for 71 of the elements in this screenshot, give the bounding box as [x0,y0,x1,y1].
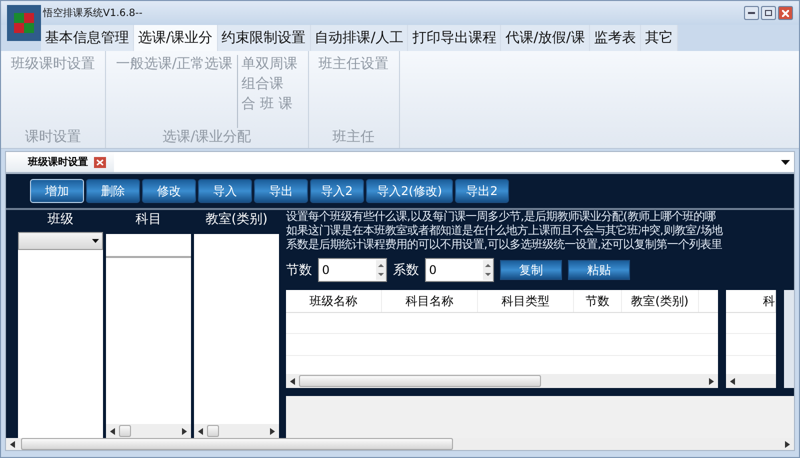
close-icon[interactable] [94,156,106,168]
minimize-icon [748,12,755,14]
list-heading: 教室(类别) [204,211,269,229]
close-button[interactable] [778,6,793,20]
number-spinner[interactable]: 0 [318,258,387,282]
menu-tab[interactable]: 监考表 [590,25,641,51]
list-heading: 班级 [46,211,74,229]
action-button[interactable]: 粘贴 [568,260,630,280]
scroll-left-icon[interactable] [10,440,15,448]
horizontal-scrollbar[interactable] [6,438,794,450]
scroll-right-icon[interactable] [709,378,714,384]
scroll-thumb[interactable] [119,425,131,437]
close-icon [782,10,789,16]
document-tab[interactable]: 班级课时设置 [6,152,114,172]
minimize-button[interactable] [744,6,759,20]
toolbar-button[interactable]: 导入2(修改) [366,179,453,203]
app-logo-icon [7,5,41,41]
action-button[interactable]: 复制 [500,260,562,280]
window-title: 悟空排课系统V1.6.8-- [43,6,143,20]
menu-tab[interactable]: 基本信息管理 [41,25,134,51]
scroll-right-icon[interactable] [182,428,187,434]
horizontal-scrollbar[interactable] [726,374,776,388]
column-header[interactable]: 科目名称 [382,290,478,312]
maximize-button[interactable] [761,6,776,20]
scroll-left-icon[interactable] [290,378,295,384]
menu-tab[interactable]: 选课/课业分 [134,25,218,51]
description-text: 如果这门课是在本班教室或者都知道是在什么地方上课而且不会与其它班冲突,则教室/场地 [286,224,724,238]
menu-tab[interactable]: 其它 [640,25,678,51]
menu-tab[interactable]: 打印导出课程 [408,25,502,51]
spinner-label: 节数 [286,262,312,279]
maximize-icon [765,10,772,16]
column-header[interactable]: 班级名称 [286,290,382,312]
column-header[interactable]: 科 [726,290,776,312]
group-label: 班主任 [332,128,376,146]
document-tab-label: 班级课时设置 [28,156,88,169]
scroll-thumb[interactable] [299,375,541,387]
description-text: 设置每个班级有些什么课,以及每门课一周多少节,是后期教师课业分配(教师上哪个班的哪 [286,210,717,224]
toolbar-button[interactable]: 导出 [254,179,308,203]
menu-tab[interactable]: 约束限制设置 [218,25,311,51]
scroll-thumb[interactable] [21,438,453,450]
group-label: 课时设置 [24,128,82,146]
spinner-label: 系数 [393,262,419,279]
column-header[interactable]: 科目类型 [478,290,574,312]
vertical-scrollbar[interactable] [784,290,794,388]
number-spinner[interactable]: 0 [425,258,494,282]
caret-icon [92,239,99,243]
subject-field[interactable] [106,234,191,258]
toolbar-button[interactable]: 导入2 [310,179,364,203]
toolbar-button[interactable]: 增加 [30,179,84,203]
caret-icon[interactable] [781,160,790,164]
toolbar-button[interactable]: 导入 [198,179,252,203]
horizontal-scrollbar[interactable] [286,374,718,388]
description-text: 系数是后期统计课程费用的可以不用设置,可以多选班级统一设置,还可以复制第一个列表里 [286,238,724,252]
scroll-left-icon[interactable] [110,428,115,434]
column-header[interactable]: 节数 [574,290,622,312]
horizontal-scrollbar[interactable] [106,424,191,438]
class-dropdown[interactable] [18,232,103,250]
list-heading: 科目 [134,211,162,229]
scroll-right-icon[interactable] [270,428,275,434]
menu-tab[interactable]: 自动排课/人工 [310,25,408,51]
scroll-left-icon[interactable] [198,428,203,434]
group-label: 选课/课业分配 [162,128,252,146]
scroll-thumb[interactable] [207,425,219,437]
toolbar-button[interactable]: 删除 [86,179,140,203]
toolbar-button[interactable]: 导出2 [455,179,509,203]
scroll-left-icon[interactable] [730,378,735,384]
scroll-right-icon[interactable] [785,440,790,448]
menu-tab[interactable]: 代课/放假/课 [501,25,590,51]
toolbar-button[interactable]: 修改 [142,179,196,203]
horizontal-scrollbar[interactable] [194,424,279,438]
column-header[interactable]: 教室(类别) [622,290,699,312]
